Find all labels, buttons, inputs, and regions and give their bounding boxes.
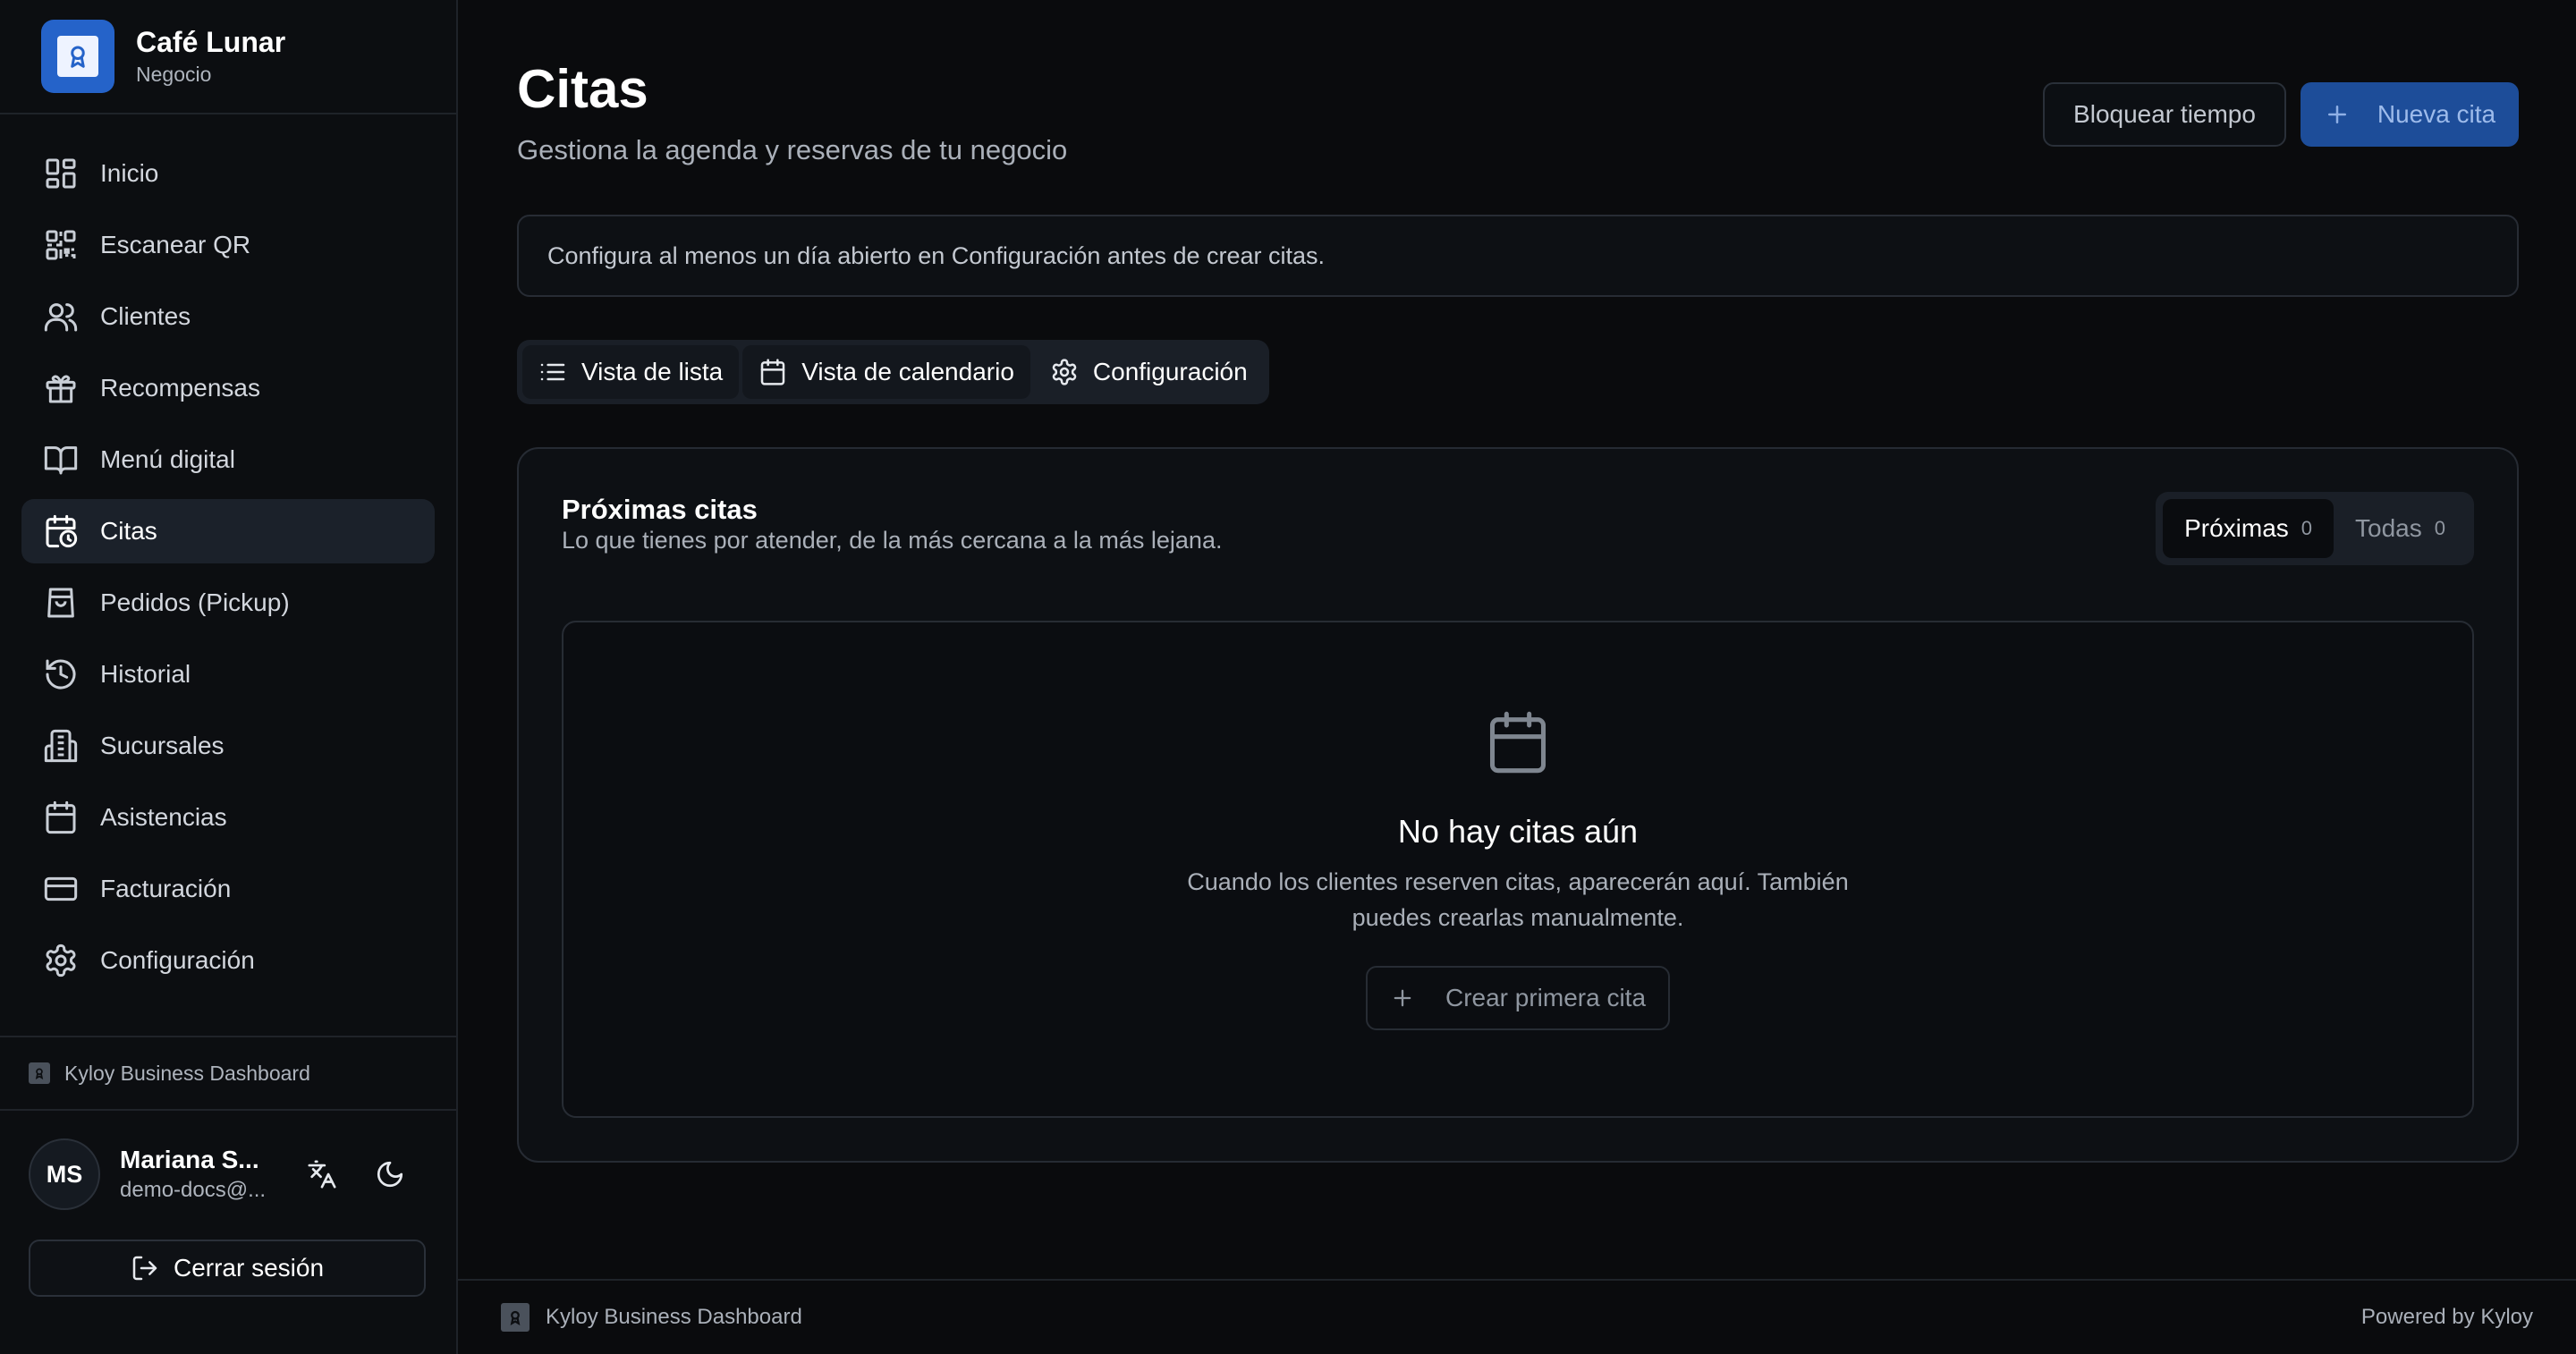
user-email: demo-docs@... (120, 1178, 267, 1202)
sidebar-item-pedidos[interactable]: Pedidos (Pickup) (21, 571, 435, 635)
gear-icon (1052, 359, 1077, 385)
user-panel: MS Mariana S... demo-docs@... (29, 1138, 428, 1211)
page-subtitle: Gestiona la agenda y reservas de tu nego… (517, 134, 1068, 165)
badge-icon (510, 1310, 521, 1325)
card-title: Próximas citas (562, 494, 758, 525)
logout-button[interactable]: Cerrar sesión (29, 1240, 426, 1297)
sidebar-footer-brand-label: Kyloy Business Dashboard (64, 1061, 310, 1085)
filter-all[interactable]: Todas 0 (2334, 499, 2467, 558)
kyloy-logo (29, 1062, 50, 1084)
empty-title: No hay citas aún (1397, 813, 1639, 850)
translate-icon (308, 1160, 336, 1189)
sidebar-item-configuracion[interactable]: Configuración (21, 928, 435, 993)
sidebar-item-label: Sucursales (100, 732, 225, 759)
sidebar-item-label: Configuración (100, 946, 255, 974)
view-tabs: Vista de lista Vista de calendario Confi… (517, 340, 1269, 404)
logout-label: Cerrar sesión (173, 1254, 325, 1282)
building-icon (44, 729, 78, 763)
sidebar: Café Lunar Negocio Inicio Escanear QR Cl… (0, 0, 458, 1354)
create-first-appointment-button[interactable]: Crear primera cita (1366, 966, 1670, 1030)
calendar-icon (1489, 711, 1546, 774)
badge-icon (35, 1068, 44, 1079)
filter-count: 0 (2434, 517, 2445, 539)
list-icon (540, 363, 565, 381)
sidebar-item-label: Citas (100, 517, 157, 545)
tab-list-view[interactable]: Vista de lista (522, 345, 740, 399)
empty-state: No hay citas aún Cuando los clientes res… (562, 621, 2474, 1118)
tab-label: Configuración (1092, 358, 1248, 385)
sidebar-item-inicio[interactable]: Inicio (21, 141, 435, 206)
sidebar-item-label: Pedidos (Pickup) (100, 588, 290, 616)
calendar-icon (46, 800, 76, 834)
plus-icon (1394, 989, 1411, 1007)
tab-calendar-view[interactable]: Vista de calendario (742, 345, 1030, 399)
sidebar-item-facturacion[interactable]: Facturación (21, 857, 435, 921)
empty-description: Cuando los clientes reserven citas, apar… (1187, 868, 1849, 931)
card-subtitle: Lo que tienes por atender, de la más cer… (562, 527, 1223, 554)
shopping-bag-icon (47, 588, 74, 618)
sidebar-item-label: Escanear QR (100, 231, 251, 258)
sidebar-item-historial[interactable]: Historial (21, 642, 435, 707)
sidebar-item-citas[interactable]: Citas (21, 499, 435, 563)
filter-upcoming[interactable]: Próximas 0 (2163, 499, 2334, 558)
filter-label: Todas (2355, 514, 2422, 542)
grid-icon (46, 158, 76, 189)
brand-name: Café Lunar (136, 26, 286, 58)
sidebar-item-label: Recompensas (100, 374, 260, 402)
book-open-icon (44, 446, 78, 475)
avatar[interactable]: MS (29, 1138, 100, 1210)
sidebar-item-asistencias[interactable]: Asistencias (21, 785, 435, 850)
gift-icon (46, 375, 76, 403)
users-icon (44, 303, 78, 332)
user-name: Mariana S... (120, 1146, 259, 1173)
sidebar-item-label: Clientes (100, 302, 191, 330)
new-appointment-label: Nueva cita (2377, 100, 2496, 128)
footer-brand: Kyloy Business Dashboard (546, 1305, 802, 1329)
sidebar-item-label: Historial (100, 660, 191, 688)
sidebar-item-clientes[interactable]: Clientes (21, 284, 435, 349)
credit-card-icon (44, 876, 78, 901)
kyloy-logo (501, 1303, 530, 1332)
log-out-icon (132, 1256, 157, 1281)
moon-icon (377, 1161, 403, 1188)
sidebar-item-menu-digital[interactable]: Menú digital (21, 427, 435, 492)
create-first-appointment-label: Crear primera cita (1445, 984, 1647, 1011)
main-area: Citas Gestiona la agenda y reservas de t… (458, 0, 2576, 1354)
calendar-clock-icon (46, 514, 78, 548)
qr-code-icon (46, 230, 76, 260)
page-title: Citas (517, 59, 648, 119)
sidebar-item-escanear-qr[interactable]: Escanear QR (21, 213, 435, 277)
gear-icon (46, 944, 76, 977)
sidebar-item-label: Asistencias (100, 803, 227, 831)
app-root: Café Lunar Negocio Inicio Escanear QR Cl… (0, 0, 2576, 1354)
sidebar-item-label: Facturación (100, 875, 232, 902)
tab-label: Vista de lista (581, 358, 724, 385)
history-icon (46, 659, 76, 690)
config-notice: Configura al menos un día abierto en Con… (517, 215, 2519, 297)
new-appointment-button[interactable]: Nueva cita (2301, 82, 2519, 147)
sidebar-nav: Inicio Escanear QR Clientes Recompensas … (0, 114, 456, 993)
sidebar-footer-brand: Kyloy Business Dashboard (0, 1036, 456, 1111)
filter-label: Próximas (2184, 514, 2289, 542)
calendar-icon (760, 359, 785, 385)
sidebar-item-sucursales[interactable]: Sucursales (21, 714, 435, 778)
appointment-filter: Próximas 0 Todas 0 (2156, 492, 2474, 565)
sidebar-item-label: Inicio (100, 159, 159, 187)
brand-subtitle: Negocio (136, 63, 212, 86)
tab-settings[interactable]: Configuración (1034, 345, 1264, 399)
powered-by: Powered by Kyloy (2360, 1305, 2533, 1329)
block-time-button[interactable]: Bloquear tiempo (2043, 82, 2286, 147)
theme-toggle-button[interactable] (365, 1149, 415, 1199)
plus-icon (2327, 106, 2346, 123)
language-button[interactable] (297, 1149, 347, 1199)
badge-icon (71, 46, 85, 68)
sidebar-item-label: Menú digital (100, 445, 235, 473)
sidebar-item-recompensas[interactable]: Recompensas (21, 356, 435, 420)
tab-label: Vista de calendario (801, 358, 1014, 385)
brand-logo (41, 20, 114, 93)
filter-count: 0 (2301, 517, 2313, 539)
brand-header[interactable]: Café Lunar Negocio (0, 0, 456, 114)
upcoming-appointments-card: Próximas citas Lo que tienes por atender… (517, 447, 2519, 1163)
page-footer: Kyloy Business Dashboard Powered by Kylo… (458, 1279, 2576, 1354)
